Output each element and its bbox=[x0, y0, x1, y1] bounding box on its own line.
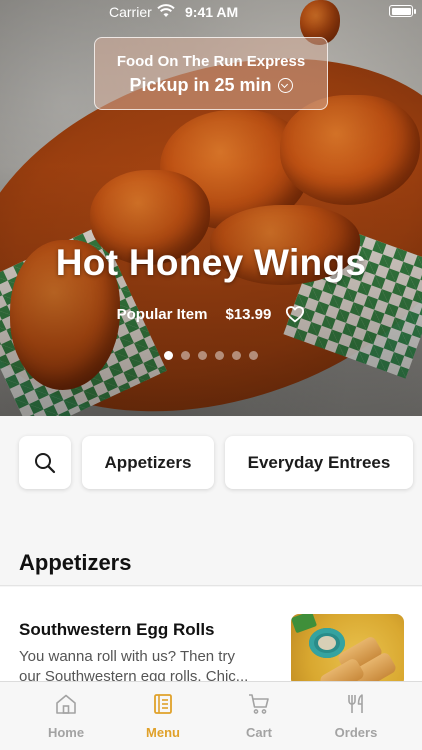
battery-icon bbox=[389, 5, 416, 17]
carrier-label: Carrier bbox=[109, 4, 152, 20]
wifi-icon bbox=[157, 4, 175, 17]
tab-menu[interactable]: Menu bbox=[113, 682, 213, 750]
menu-book-icon bbox=[154, 694, 172, 714]
section-header: Appetizers bbox=[0, 520, 422, 586]
featured-item-title: Hot Honey Wings bbox=[55, 242, 367, 283]
store-name: Food On The Run Express bbox=[116, 53, 306, 70]
pickup-time: Pickup in 25 min bbox=[129, 75, 272, 95]
menu-item-description-line: You wanna roll with us? Then try bbox=[19, 648, 235, 665]
search-button[interactable] bbox=[19, 436, 71, 489]
heart-icon[interactable] bbox=[285, 305, 305, 323]
popular-tag: Popular Item bbox=[116, 305, 208, 323]
featured-price: $13.99 bbox=[225, 305, 272, 323]
category-chip-appetizers[interactable]: Appetizers bbox=[82, 436, 214, 489]
tab-home[interactable]: Home bbox=[16, 682, 116, 750]
search-icon bbox=[35, 452, 56, 473]
pickup-time-row: Pickup in 25 min bbox=[95, 75, 327, 96]
tab-label: Menu bbox=[146, 725, 180, 740]
pickup-selector[interactable]: Food On The Run Express Pickup in 25 min bbox=[94, 37, 328, 110]
menu-item-name: Southwestern Egg Rolls bbox=[19, 620, 215, 639]
clock: 9:41 AM bbox=[185, 4, 239, 20]
category-chip-everyday-entrees[interactable]: Everyday Entrees bbox=[225, 436, 413, 489]
carousel-dot[interactable] bbox=[198, 351, 207, 360]
carousel-indicator[interactable] bbox=[0, 351, 422, 360]
fork-knife-icon bbox=[348, 694, 363, 713]
tab-label: Home bbox=[47, 725, 85, 740]
featured-item-meta: Popular Item $13.99 bbox=[0, 305, 422, 323]
menu-item-image bbox=[291, 614, 404, 687]
section-title: Appetizers bbox=[19, 550, 132, 575]
tab-label: Orders bbox=[334, 725, 378, 740]
carousel-dot[interactable] bbox=[249, 351, 258, 360]
chevron-down-icon bbox=[277, 78, 293, 93]
menu-item-card[interactable]: Southwestern Egg Rolls You wanna roll wi… bbox=[0, 587, 422, 687]
tab-cart[interactable]: Cart bbox=[209, 682, 309, 750]
carousel-dot[interactable] bbox=[215, 351, 224, 360]
status-bar: Carrier 9:41 AM bbox=[0, 0, 422, 24]
cart-icon bbox=[249, 694, 269, 714]
carousel-dot[interactable] bbox=[181, 351, 190, 360]
tab-orders[interactable]: Orders bbox=[306, 682, 406, 750]
category-filter-bar: Appetizers Everyday Entrees bbox=[0, 416, 422, 516]
home-icon bbox=[56, 694, 76, 714]
carousel-dot[interactable] bbox=[164, 351, 173, 360]
garnish bbox=[291, 614, 318, 634]
tab-label: Cart bbox=[245, 725, 272, 740]
carousel-dot[interactable] bbox=[232, 351, 241, 360]
tab-bar: Home Menu Cart Orders bbox=[0, 681, 422, 750]
